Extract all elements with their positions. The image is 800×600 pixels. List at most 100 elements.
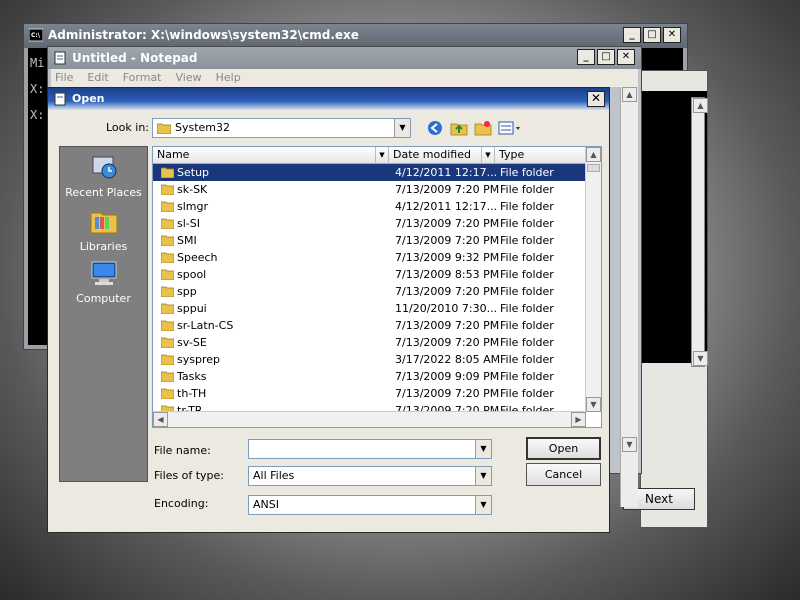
computer-icon (91, 261, 116, 285)
column-label: Date modified (393, 148, 471, 161)
scroll-up-arrow[interactable]: ▲ (622, 87, 637, 102)
notepad-scrollbar[interactable]: ▲ ▼ (620, 87, 638, 507)
files-of-type-select[interactable]: All Files ▼ (248, 466, 492, 486)
scroll-down-arrow[interactable]: ▼ (586, 397, 601, 412)
table-row[interactable]: SMI 7/13/2009 7:20 PM File folder (153, 232, 586, 249)
recent-places-icon (92, 156, 116, 179)
table-row[interactable]: sl-SI 7/13/2009 7:20 PM File folder (153, 215, 586, 232)
look-in-combo[interactable]: System32 ▼ (152, 118, 411, 138)
file-type: File folder (500, 353, 554, 366)
close-button[interactable]: ✕ (663, 27, 681, 43)
setup-dark-panel: ▲ ▼ (641, 91, 708, 367)
scroll-down-arrow[interactable]: ▼ (622, 437, 637, 452)
table-row[interactable]: sppui 11/20/2010 7:30... File folder (153, 300, 586, 317)
minimize-button[interactable]: _ (577, 49, 595, 65)
minimize-button[interactable]: _ (623, 27, 641, 43)
column-type[interactable]: Type (495, 147, 586, 164)
table-row[interactable]: slmgr 4/12/2011 12:17... File folder (153, 198, 586, 215)
back-icon[interactable] (426, 120, 444, 136)
folder-icon (161, 269, 174, 280)
open-dialog[interactable]: Open ✕ Look in: System32 ▼ Recent Places… (47, 87, 610, 533)
file-list-hscroll[interactable]: ◀ ▶ (153, 411, 586, 427)
close-button[interactable]: ✕ (617, 49, 635, 65)
file-type: File folder (500, 370, 554, 383)
table-row[interactable]: sv-SE 7/13/2009 7:20 PM File folder (153, 334, 586, 351)
file-name-input[interactable]: ▼ (248, 439, 492, 459)
notepad-menubar: File Edit Format View Help (51, 69, 638, 87)
file-list-vscroll[interactable]: ▲ ▼ (585, 147, 601, 412)
place-label: Libraries (79, 240, 128, 253)
folder-icon (161, 320, 174, 331)
libraries-icon (90, 212, 117, 234)
file-type: File folder (500, 285, 554, 298)
files-of-type-value: All Files (253, 469, 295, 482)
place-computer[interactable]: Computer (60, 259, 147, 305)
chevron-down-icon[interactable]: ▼ (475, 467, 491, 485)
cmd-titlebar[interactable]: C:\ Administrator: X:\windows\system32\c… (24, 24, 687, 48)
folder-icon (161, 371, 174, 382)
menu-format[interactable]: Format (123, 69, 162, 87)
chevron-down-icon[interactable]: ▼ (481, 147, 494, 163)
scroll-thumb[interactable] (587, 164, 600, 172)
chevron-down-icon[interactable]: ▼ (394, 119, 410, 137)
table-row[interactable]: th-TH 7/13/2009 7:20 PM File folder (153, 385, 586, 402)
look-in-label: Look in: (106, 121, 149, 134)
file-name: slmgr (177, 200, 209, 213)
table-row[interactable]: spool 7/13/2009 8:53 PM File folder (153, 266, 586, 283)
file-date: 4/12/2011 12:17... (395, 166, 498, 179)
svg-text:C:\: C:\ (31, 32, 41, 39)
chevron-down-icon[interactable]: ▼ (475, 496, 491, 514)
scroll-right-arrow[interactable]: ▶ (571, 412, 586, 427)
setup-scrollbar[interactable]: ▲ ▼ (691, 97, 708, 367)
notepad-icon (54, 51, 66, 65)
scroll-up-arrow[interactable]: ▲ (586, 147, 601, 162)
file-type: File folder (500, 200, 554, 213)
up-folder-icon[interactable] (450, 120, 468, 136)
table-row[interactable]: Tasks 7/13/2009 9:09 PM File folder (153, 368, 586, 385)
open-dialog-titlebar[interactable]: Open (48, 88, 609, 110)
menu-help[interactable]: Help (216, 69, 241, 87)
table-row[interactable]: Setup 4/12/2011 12:17... File folder (153, 164, 586, 181)
folder-icon (161, 252, 174, 263)
close-button[interactable]: ✕ (587, 91, 605, 107)
place-label: Computer (76, 292, 131, 305)
file-name: spool (177, 268, 207, 281)
cancel-button[interactable]: Cancel (526, 463, 601, 486)
notepad-icon (54, 92, 66, 106)
file-type: File folder (500, 319, 554, 332)
place-libraries[interactable]: Libraries (60, 207, 147, 253)
scroll-left-arrow[interactable]: ◀ (153, 412, 168, 427)
chevron-down-icon[interactable]: ▼ (375, 147, 388, 163)
column-date-modified[interactable]: Date modified ▼ (389, 147, 495, 164)
table-row[interactable]: Speech 7/13/2009 9:32 PM File folder (153, 249, 586, 266)
look-in-value: System32 (175, 121, 231, 134)
menu-view[interactable]: View (176, 69, 202, 87)
places-bar: Recent Places Libraries Computer (59, 146, 148, 482)
notepad-titlebar[interactable]: Untitled - Notepad (48, 47, 641, 69)
menu-edit[interactable]: Edit (87, 69, 108, 87)
file-name: sk-SK (177, 183, 208, 196)
view-menu-icon[interactable] (498, 120, 522, 136)
maximize-button[interactable]: □ (643, 27, 661, 43)
file-type: File folder (500, 183, 554, 196)
open-button[interactable]: Open (526, 437, 601, 460)
open-dialog-title: Open (72, 92, 105, 105)
menu-file[interactable]: File (55, 69, 73, 87)
scroll-up-arrow[interactable]: ▲ (693, 98, 708, 113)
table-row[interactable]: sr-Latn-CS 7/13/2009 7:20 PM File folder (153, 317, 586, 334)
place-recent-places[interactable]: Recent Places (60, 153, 147, 199)
table-row[interactable]: sk-SK 7/13/2009 7:20 PM File folder (153, 181, 586, 198)
encoding-select[interactable]: ANSI ▼ (248, 495, 492, 515)
chevron-down-icon[interactable]: ▼ (475, 440, 491, 458)
maximize-button[interactable]: □ (597, 49, 615, 65)
new-folder-icon[interactable] (474, 120, 492, 136)
files-of-type-label: Files of type: (154, 469, 225, 482)
file-name: sl-SI (177, 217, 200, 230)
table-row[interactable]: spp 7/13/2009 7:20 PM File folder (153, 283, 586, 300)
scroll-down-arrow[interactable]: ▼ (693, 351, 708, 366)
encoding-value: ANSI (253, 498, 279, 511)
table-row[interactable]: sysprep 3/17/2022 8:05 AM File folder (153, 351, 586, 368)
folder-icon (161, 388, 174, 399)
file-list[interactable]: Name ▼ Date modified ▼ Type Setup 4/12/20… (152, 146, 602, 428)
column-name[interactable]: Name ▼ (153, 147, 389, 164)
